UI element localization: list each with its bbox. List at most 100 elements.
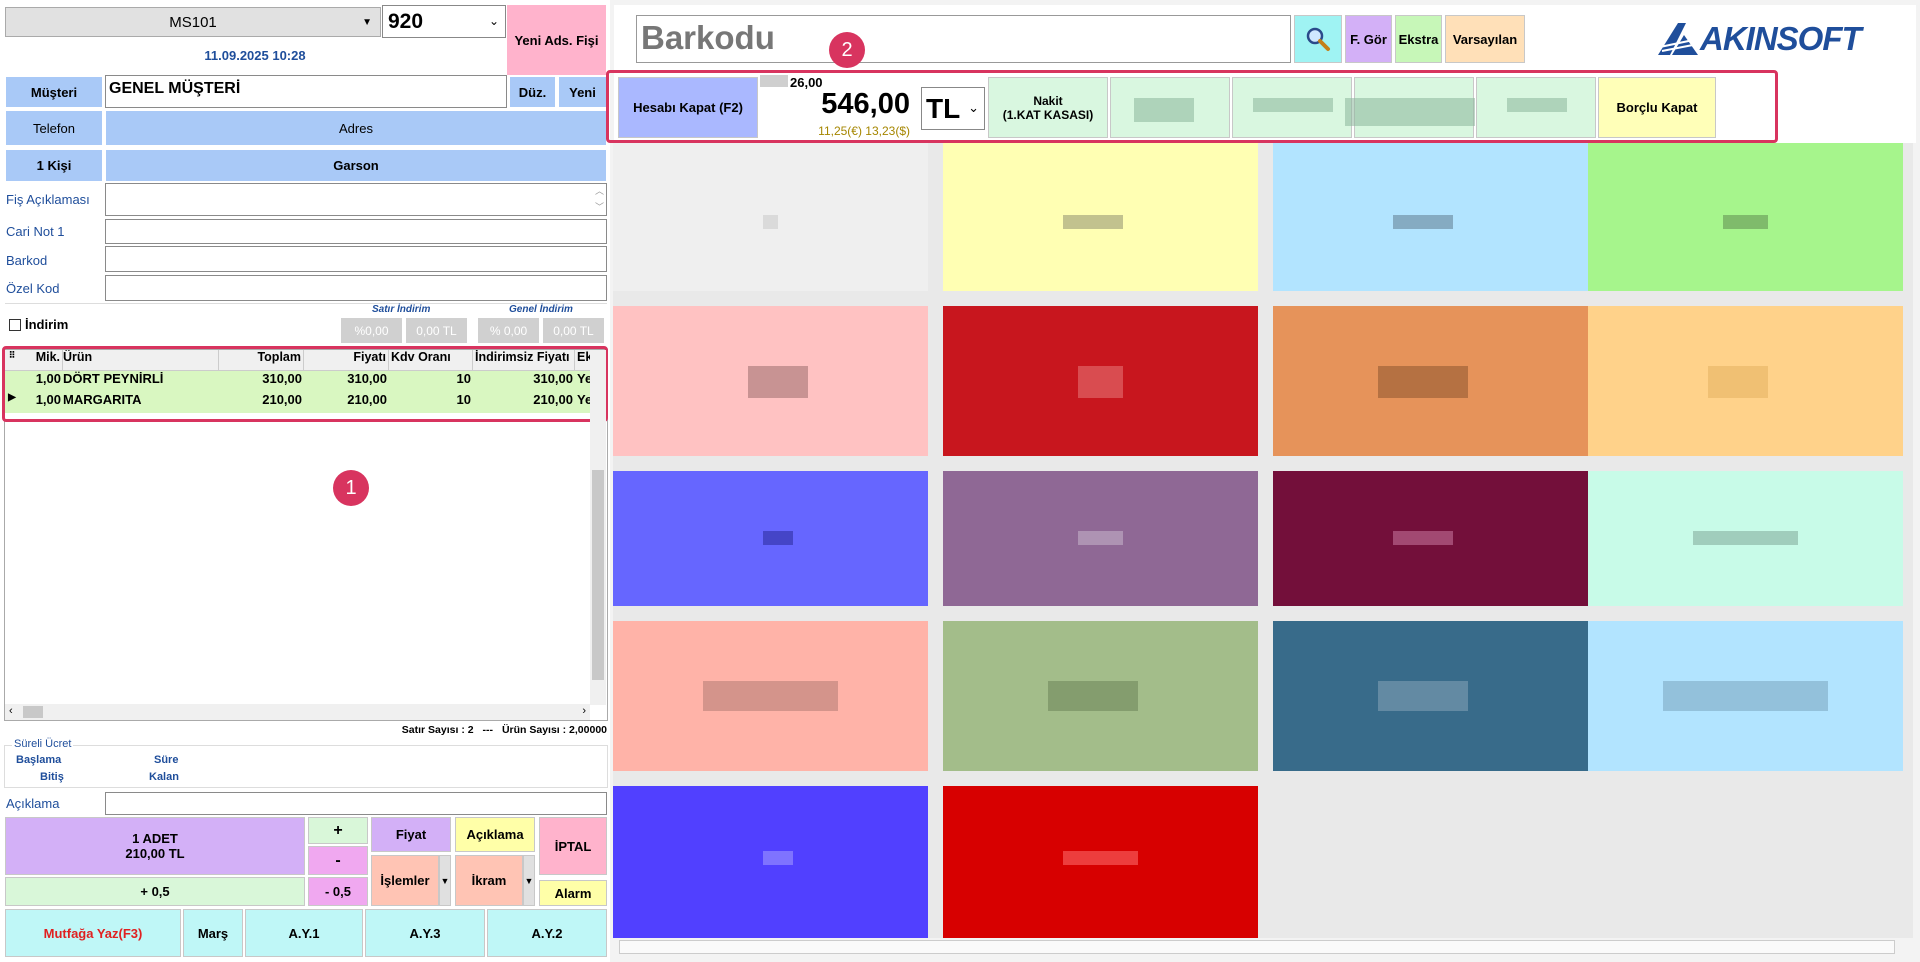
special-code-field[interactable] — [105, 275, 607, 301]
product-tile[interactable] — [1588, 621, 1903, 771]
grid-highlight-frame — [2, 346, 608, 422]
product-tile[interactable] — [1588, 143, 1903, 291]
price-button[interactable]: Fiyat — [371, 817, 451, 852]
timed-start-label: Başlama — [16, 754, 62, 766]
product-tile[interactable] — [943, 621, 1258, 771]
timed-end-label: Bitiş — [40, 771, 64, 783]
general-discount-pct[interactable]: % 0,00 — [477, 317, 540, 344]
treat-dropdown[interactable]: ▼ — [523, 855, 535, 906]
blurred-text — [1663, 681, 1828, 711]
cari-note-field[interactable] — [105, 219, 607, 244]
plus-button[interactable]: + — [308, 817, 368, 844]
scroll-down-icon[interactable]: ﹀ — [595, 200, 604, 213]
product-tile[interactable] — [1588, 471, 1903, 606]
quantity-display[interactable]: 1 ADET 210,00 TL — [5, 817, 305, 875]
blurred-text — [1708, 366, 1768, 398]
plus-half-button[interactable]: + 0,5 — [5, 877, 305, 906]
line-discount-pct[interactable]: %0,00 — [340, 317, 403, 344]
note-button[interactable]: Açıklama — [455, 817, 535, 852]
product-tile[interactable] — [613, 786, 928, 938]
status-separator: --- — [482, 724, 494, 736]
horizontal-scrollbar[interactable] — [619, 940, 1895, 954]
ay1-button[interactable]: A.Y.1 — [245, 909, 363, 957]
new-receipt-label: Yeni Ads. Fişi — [514, 32, 599, 48]
row-count: Satır Sayısı : 2 — [401, 724, 474, 736]
table-select[interactable]: MS101 ▼ — [5, 7, 381, 37]
scroll-up-icon[interactable]: ︿ — [595, 184, 604, 197]
product-tile[interactable] — [943, 306, 1258, 456]
product-tile[interactable] — [943, 786, 1258, 938]
table-select-value: MS101 — [169, 13, 217, 31]
product-tile[interactable] — [613, 621, 928, 771]
minus-button[interactable]: - — [308, 846, 368, 875]
barcode-label: Barkod — [6, 253, 48, 268]
edit-customer-button[interactable]: Düz. — [509, 76, 556, 108]
blurred-text — [1048, 681, 1138, 711]
payment-highlight-frame — [606, 70, 1778, 143]
table-number-select[interactable]: 920 ⌄ — [382, 5, 506, 38]
mars-button[interactable]: Marş — [183, 909, 243, 957]
line-discount-amount[interactable]: 0,00 TL — [405, 317, 468, 344]
scrollbar-thumb[interactable] — [23, 706, 43, 718]
minus-half-button[interactable]: - 0,5 — [308, 877, 368, 906]
discount-checkbox[interactable] — [9, 319, 21, 331]
treat-button[interactable]: İkram — [455, 855, 523, 906]
scroll-left-icon[interactable]: ‹ — [9, 705, 13, 717]
vertical-scrollbar[interactable] — [590, 350, 606, 705]
product-tile[interactable] — [943, 471, 1258, 606]
product-tile[interactable] — [613, 143, 928, 291]
receipt-note-field[interactable]: ︿ ﹀ — [105, 183, 607, 216]
cari-note-label: Cari Not 1 — [6, 224, 65, 239]
blurred-text — [1378, 366, 1468, 398]
alarm-button[interactable]: Alarm — [539, 880, 607, 906]
barcode-field[interactable] — [105, 246, 607, 272]
timed-remaining-label: Kalan — [149, 771, 179, 783]
ay3-button[interactable]: A.Y.3 — [365, 909, 485, 957]
f-view-button[interactable]: F. Gör — [1345, 15, 1392, 63]
timed-fee-box — [4, 745, 608, 788]
note-field[interactable] — [105, 792, 607, 815]
annotation-badge-2: 2 — [829, 32, 865, 68]
quantity-display-price: 210,00 TL — [125, 846, 185, 861]
product-tile[interactable] — [1273, 306, 1588, 456]
product-tile[interactable] — [1273, 471, 1588, 606]
operations-dropdown[interactable]: ▼ — [439, 855, 451, 906]
blurred-text — [1693, 531, 1798, 545]
scroll-right-icon[interactable]: › — [582, 705, 586, 717]
address-button[interactable]: Adres — [105, 110, 607, 146]
scrollbar-thumb[interactable] — [592, 470, 604, 680]
persons-button[interactable]: 1 Kişi — [5, 149, 103, 182]
blurred-text — [1078, 366, 1123, 398]
new-customer-button[interactable]: Yeni — [558, 76, 607, 108]
ay2-button[interactable]: A.Y.2 — [487, 909, 607, 957]
general-discount-amount[interactable]: 0,00 TL — [542, 317, 605, 344]
operations-button[interactable]: İşlemler — [371, 855, 439, 906]
customer-field[interactable]: GENEL MÜŞTERİ — [105, 75, 507, 108]
product-tile[interactable] — [943, 143, 1258, 291]
product-tile[interactable] — [613, 471, 928, 606]
special-code-label: Özel Kod — [6, 281, 60, 296]
defaults-button[interactable]: Varsayılan — [1445, 15, 1525, 63]
horizontal-scrollbar[interactable]: ‹ › — [5, 704, 590, 720]
akinsoft-logo: AKINSOFT — [1656, 20, 1862, 58]
logo-mark-icon — [1658, 23, 1699, 55]
product-tile[interactable] — [1588, 306, 1903, 456]
barcode-input[interactable]: Barkodu — [636, 15, 1291, 63]
product-count: Ürün Sayısı : 2,00000 — [501, 724, 607, 736]
kitchen-print-button[interactable]: Mutfağa Yaz(F3) — [5, 909, 181, 957]
timed-fee-title: Süreli Ücret — [12, 738, 74, 750]
search-button[interactable] — [1294, 15, 1342, 63]
barcode-placeholder: Barkodu — [641, 19, 775, 56]
product-tile[interactable] — [1273, 621, 1588, 771]
annotation-badge-1: 1 — [333, 470, 369, 506]
product-tile[interactable] — [1273, 143, 1588, 291]
waiter-button[interactable]: Garson — [105, 149, 607, 182]
product-tile[interactable] — [613, 306, 928, 456]
blurred-text — [748, 366, 808, 398]
blurred-text — [1723, 215, 1768, 229]
cancel-button[interactable]: İPTAL — [539, 817, 607, 875]
extra-button[interactable]: Ekstra — [1395, 15, 1442, 63]
logo-text: AKINSOFT — [1700, 20, 1862, 57]
phone-button[interactable]: Telefon — [5, 110, 103, 146]
new-receipt-button[interactable]: Yeni Ads. Fişi — [507, 5, 606, 75]
